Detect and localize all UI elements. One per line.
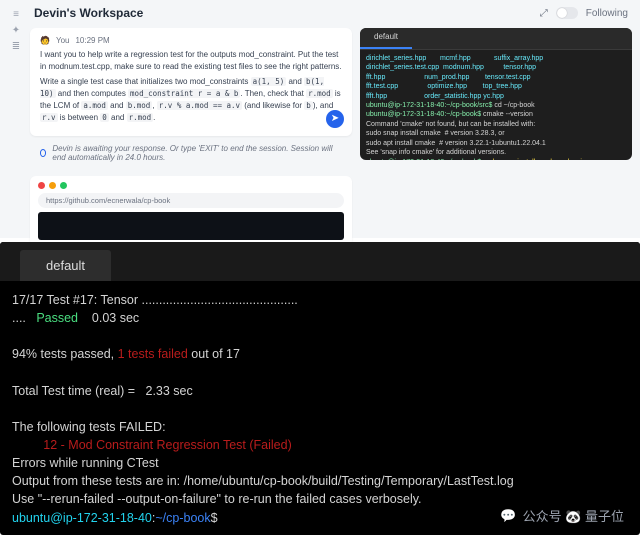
message-body: I want you to help write a regression te…: [40, 49, 342, 124]
minimize-icon[interactable]: [49, 182, 56, 189]
avatar-icon: 🧑: [40, 36, 50, 45]
following-toggle[interactable]: [556, 7, 578, 19]
main-terminal-tab[interactable]: default: [20, 250, 111, 281]
user-message-card: 🧑 You 10:29 PM I want you to help write …: [30, 28, 352, 136]
main-terminal-body: 17/17 Test #17: Tensor .................…: [0, 281, 640, 535]
send-button[interactable]: ➤: [326, 110, 344, 128]
await-banner: Devin is awaiting your response. Or type…: [30, 142, 352, 164]
expand-icon[interactable]: ⤢: [540, 8, 548, 19]
sender-label: You: [56, 36, 70, 45]
chat-column: 🧑 You 10:29 PM I want you to help write …: [30, 28, 352, 246]
window-controls: [38, 182, 344, 189]
mini-terminal[interactable]: default dirichlet_series.hpp mcmf.hpp su…: [360, 28, 632, 160]
watermark: 💬公众号 🐼 量子位: [500, 506, 624, 525]
main-terminal[interactable]: default 17/17 Test #17: Tensor .........…: [0, 242, 640, 535]
header: Devin's Workspace ⤢ Following: [30, 4, 632, 28]
workspace-title: Devin's Workspace: [34, 6, 143, 20]
sparkle-icon[interactable]: ✦: [8, 24, 24, 36]
url-bar[interactable]: https://github.com/ecnerwala/cp-book: [38, 193, 344, 208]
menu-icon[interactable]: ≡: [8, 8, 24, 20]
mini-terminal-tab[interactable]: default: [360, 28, 412, 49]
sidebar-icons: ≡ ✦ ≣: [8, 8, 24, 52]
github-page-preview: [38, 212, 344, 240]
following-label: Following: [586, 8, 628, 19]
status-dot-icon: [40, 149, 46, 157]
mini-terminal-body: dirichlet_series.hpp mcmf.hpp suffix_arr…: [360, 50, 632, 160]
browser-preview: https://github.com/ecnerwala/cp-book: [30, 176, 352, 246]
await-text: Devin is awaiting your response. Or type…: [52, 144, 342, 162]
maximize-icon[interactable]: [60, 182, 67, 189]
list-icon[interactable]: ≣: [8, 40, 24, 52]
message-time: 10:29 PM: [75, 36, 109, 45]
app-frame: ≡ ✦ ≣ Devin's Workspace ⤢ Following 🧑 Yo…: [0, 0, 640, 238]
close-icon[interactable]: [38, 182, 45, 189]
